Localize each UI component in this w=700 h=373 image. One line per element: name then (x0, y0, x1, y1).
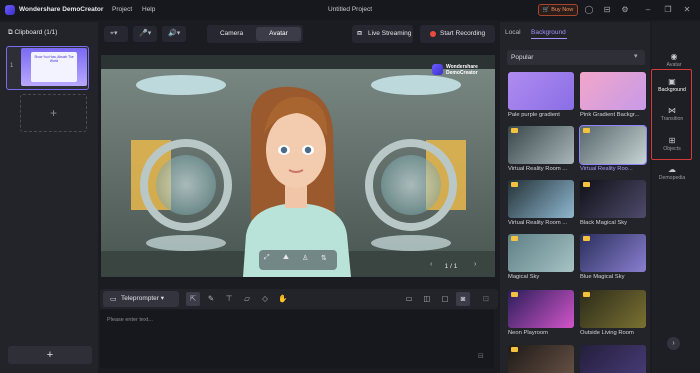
maximize-icon[interactable]: ❐ (663, 5, 673, 15)
tab-background[interactable]: Background (531, 29, 566, 36)
tab-camera[interactable]: Camera (209, 27, 254, 41)
filter-select[interactable]: Popular (507, 50, 645, 65)
add-clip-slot[interactable]: + (20, 94, 87, 132)
scene-icon[interactable]: ⛰ (283, 254, 289, 262)
next-page-icon[interactable]: › (474, 261, 476, 268)
teleprompter-expand-icon[interactable]: ⊟ (478, 352, 484, 360)
clipboard-thumbnail-text: Show You How, Absorb The World (34, 55, 74, 63)
teleprompter-label: Teleprompter (121, 295, 159, 302)
background-label: Pink Gradient Backgr... (580, 112, 640, 118)
background-label: Magical Sky (508, 274, 540, 280)
pen-tool-icon[interactable]: ✎ (204, 292, 218, 306)
minimize-icon[interactable]: – (643, 5, 653, 15)
background-label: Virtual Reality Room ... (508, 166, 568, 172)
chevron-down-icon[interactable]: ▾ (634, 52, 638, 60)
premium-crown-icon (511, 347, 518, 352)
gift-icon[interactable]: ⊟ (602, 5, 612, 15)
background-label: Blue Magical Sky (580, 274, 625, 280)
settings-icon[interactable]: ⚙ (620, 5, 630, 15)
clipboard-item-index: 1 (10, 63, 14, 69)
document-title: Untitled Project (328, 6, 373, 13)
background-thumbnail[interactable] (580, 345, 646, 373)
location-icon: ⌖ (110, 30, 114, 37)
premium-crown-icon (511, 182, 518, 187)
teleprompter-text-area[interactable] (100, 310, 494, 368)
watermark: Wondershare DemoCreator (446, 64, 490, 76)
person-icon[interactable]: ♙ (302, 254, 308, 262)
layout-4-icon[interactable]: ◙ (456, 292, 470, 306)
speaker-select[interactable]: 🔊▾ (162, 26, 186, 42)
avatar-icon: ◉ (670, 52, 678, 61)
layout-3-icon[interactable]: ▢ (438, 292, 452, 306)
clipboard-title: ⧉ Clipboard (1/1) (8, 29, 57, 37)
live-stream-icon: ⧈ (357, 28, 363, 37)
account-icon[interactable]: ◯ (584, 5, 594, 15)
layout-5-icon[interactable]: ⊡ (479, 292, 493, 306)
app-name: Wondershare DemoCreator (19, 6, 104, 13)
teleprompter-placeholder: Please enter text... (107, 317, 153, 323)
buy-now-label: Buy Now (551, 7, 574, 13)
prev-page-icon[interactable]: ‹ (430, 261, 432, 268)
premium-crown-icon (583, 128, 590, 133)
premium-crown-icon (511, 292, 518, 297)
buy-now-button[interactable]: 🛒 Buy Now (538, 4, 578, 16)
page-indicator: 1 / 1 (444, 263, 458, 270)
menu-project[interactable]: Project (112, 6, 132, 13)
microphone-select[interactable]: 🎤▾ (133, 26, 157, 42)
collapse-panel-icon[interactable]: › (667, 337, 680, 350)
clipboard-title-text: Clipboard (1/1) (14, 29, 58, 36)
record-dot-icon (430, 31, 436, 37)
tab-underline (531, 38, 567, 39)
background-label: Black Magical Sky (580, 220, 628, 226)
shape-tool-icon[interactable]: ▱ (240, 292, 254, 306)
nav-item-demopedia[interactable]: ☁ Demopedia (652, 165, 692, 181)
tab-avatar[interactable]: Avatar (256, 27, 301, 41)
watermark-logo-icon (432, 64, 443, 75)
watermark-line2: DemoCreator (446, 70, 478, 76)
premium-crown-icon (583, 236, 590, 241)
highlight-box (651, 69, 692, 160)
nav-label-demopedia: Demopedia (658, 175, 686, 181)
close-icon[interactable]: ✕ (682, 5, 692, 15)
screen-select[interactable]: ⌖▾ (104, 26, 128, 42)
cart-icon: 🛒 (542, 7, 550, 13)
tab-local[interactable]: Local (505, 29, 521, 36)
speaker-icon: 🔊 (168, 30, 177, 37)
nav-label-avatar: Avatar (666, 62, 682, 68)
background-label: Outside Living Room (580, 330, 634, 336)
cursor-tool-icon[interactable]: ⇱ (186, 292, 200, 306)
text-tool-icon[interactable]: ⊤ (222, 292, 236, 306)
premium-crown-icon (583, 292, 590, 297)
background-thumbnail[interactable] (580, 72, 646, 110)
eraser-tool-icon[interactable]: ◇ (258, 292, 272, 306)
background-label: Pale purple gradient (508, 112, 560, 118)
background-label: Neon Playroom (508, 330, 548, 336)
background-thumbnail[interactable] (508, 72, 574, 110)
demopedia-icon: ☁ (668, 165, 676, 174)
app-logo-icon (5, 5, 15, 15)
preview-scene (101, 55, 495, 277)
teleprompter-icon: ▭ (110, 296, 117, 303)
adjust-icon[interactable]: ⇅ (321, 254, 327, 262)
hand-tool-icon[interactable]: ✋ (276, 292, 290, 306)
expand-icon[interactable]: ⤢ (264, 254, 270, 262)
layout-1-icon[interactable]: ▭ (402, 292, 416, 306)
premium-crown-icon (511, 128, 518, 133)
add-clip-button[interactable]: + (8, 346, 92, 364)
nav-item-avatar[interactable]: ◉ Avatar (654, 52, 694, 68)
microphone-icon: 🎤 (139, 30, 148, 37)
background-label: Virtual Reality Room ... (508, 220, 568, 226)
menu-help[interactable]: Help (142, 6, 155, 13)
premium-crown-icon (511, 236, 518, 241)
premium-crown-icon (583, 182, 590, 187)
layout-2-icon[interactable]: ◫ (420, 292, 434, 306)
avatar-preview (101, 55, 495, 277)
background-label: Virtual Reality Roo... (580, 166, 633, 172)
